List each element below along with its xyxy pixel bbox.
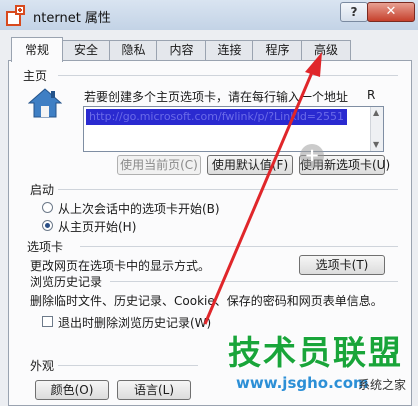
tab-content[interactable]: 内容 xyxy=(156,40,207,60)
startup-divider xyxy=(58,189,398,190)
startup-heading: 启动 xyxy=(30,183,55,197)
tab-general[interactable]: 常规 xyxy=(11,37,63,62)
languages-button[interactable]: 语言(L) xyxy=(117,380,191,400)
delete-on-exit-checkbox[interactable] xyxy=(42,316,53,327)
option-last-session-label: 从上次会话中的选项卡开始(B) xyxy=(58,202,220,216)
tab-bar: 常规 安全 隐私 内容 连接 程序 高级 xyxy=(0,37,418,62)
internet-options-icon xyxy=(6,5,25,26)
tabs-settings-button[interactable]: 选项卡(T) xyxy=(299,255,385,275)
window-title: nternet 属性 xyxy=(33,11,111,26)
url-scrollbar[interactable]: ▲ ▼ xyxy=(370,107,383,151)
radio-homepage[interactable] xyxy=(42,220,53,231)
watermark-logo: 技术员联盟 www.jsgho.com 系统之家 xyxy=(196,326,418,404)
watermark-home: 系统之家 xyxy=(358,378,407,392)
tab-programs[interactable]: 程序 xyxy=(252,40,303,60)
homepage-heading: 主页 xyxy=(23,69,48,83)
appearance-heading: 外观 xyxy=(30,359,55,373)
tabs-description: 更改网页在选项卡中的显示方式。 xyxy=(30,259,211,273)
tab-advanced[interactable]: 高级 xyxy=(301,40,351,60)
history-divider xyxy=(110,281,398,282)
use-current-button[interactable]: 使用当前页(C) xyxy=(117,155,201,175)
home-icon xyxy=(28,88,62,118)
homepage-url-textarea[interactable]: http://go.microsoft.com/fwlink/p/?LinkId… xyxy=(83,106,384,152)
radio-last-session[interactable] xyxy=(42,202,53,213)
homepage-url-text: http://go.microsoft.com/fwlink/p/?LinkId… xyxy=(86,109,348,125)
homepage-description-suffix: R xyxy=(367,88,376,102)
option-homepage-label: 从主页开始(H) xyxy=(58,220,137,234)
title-bar: nternet 属性 ? ✕ xyxy=(0,0,418,30)
delete-on-exit-label: 退出时删除浏览历史记录(W) xyxy=(58,316,212,330)
tab-connections[interactable]: 连接 xyxy=(205,40,254,60)
watermark-title: 技术员联盟 xyxy=(228,333,403,372)
appearance-divider xyxy=(58,365,198,366)
tab-privacy[interactable]: 隐私 xyxy=(109,40,158,60)
tabs-heading: 选项卡 xyxy=(27,240,64,254)
plus-overlay-icon: + xyxy=(300,144,324,168)
watermark-url: www.jsgho.com xyxy=(236,374,369,392)
close-button[interactable]: ✕ xyxy=(367,2,415,22)
help-button[interactable]: ? xyxy=(340,2,368,22)
history-description: 删除临时文件、历史记录、Cookie、保存的密码和网页表单信息。 xyxy=(30,294,383,308)
homepage-description: 若要创建多个主页选项卡，请在每行输入一个地址 xyxy=(84,90,349,104)
scroll-up-icon[interactable]: ▲ xyxy=(373,109,379,117)
history-heading: 浏览历史记录 xyxy=(30,275,103,289)
tab-security[interactable]: 安全 xyxy=(61,40,111,60)
colors-button[interactable]: 颜色(O) xyxy=(35,380,109,400)
homepage-divider xyxy=(58,75,398,76)
tabs-divider xyxy=(80,246,398,247)
scroll-down-icon[interactable]: ▼ xyxy=(373,141,379,149)
use-default-button[interactable]: 使用默认值(F) xyxy=(207,155,293,175)
